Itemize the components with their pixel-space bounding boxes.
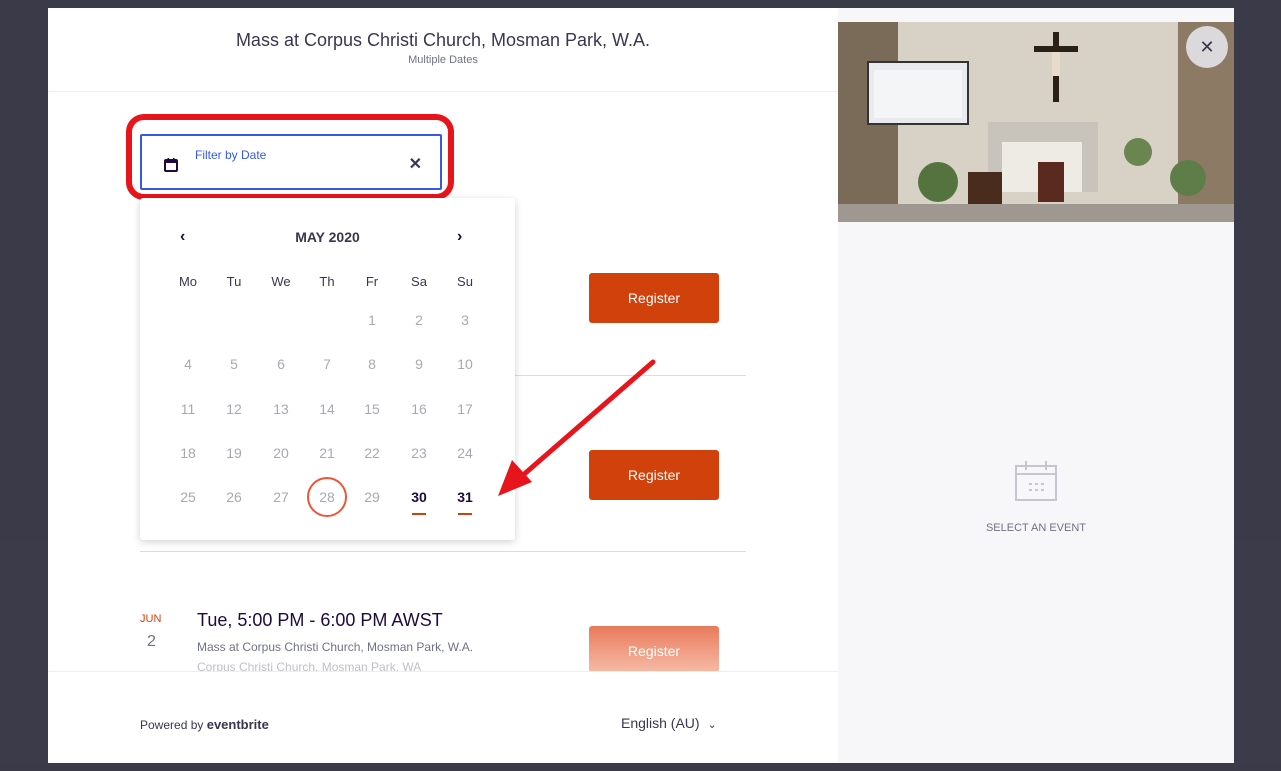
weekday-label: Fr [365, 274, 379, 289]
register-button[interactable]: Register [589, 273, 719, 323]
event-name: Mass at Corpus Christi Church, Mosman Pa… [197, 640, 474, 654]
calendar-day-available[interactable]: 30 [399, 477, 439, 517]
weekday-label: Th [319, 274, 335, 289]
eventbrite-logo: eventbrite [206, 717, 269, 732]
church-photo [838, 22, 1234, 222]
filter-label: Filter by Date [195, 148, 267, 162]
clear-filter-icon[interactable]: ✕ [409, 154, 422, 174]
calendar-day: 26 [226, 489, 242, 505]
calendar-day: 29 [364, 489, 380, 505]
backdrop-left [0, 540, 48, 771]
chevron-down-icon: ⌄ [707, 719, 717, 731]
weekday-label: Sa [411, 274, 427, 289]
calendar-day-today: 28 [307, 477, 347, 517]
calendar-day: 10 [457, 356, 473, 372]
event-subtitle: Multiple Dates [408, 54, 478, 66]
backdrop-bottom [0, 763, 1281, 771]
calendar-day: 11 [180, 401, 196, 417]
date-picker: ‹ MAY 2020 › Mo Tu We Th Fr Sa Su 1 2 3 … [140, 198, 515, 540]
calendar-day: 1 [368, 312, 376, 328]
calendar-day: 27 [273, 489, 289, 505]
calendar-day: 5 [230, 356, 238, 372]
next-month-button[interactable]: › [457, 228, 462, 246]
calendar-day: 14 [319, 401, 335, 417]
calendar-day: 18 [180, 445, 196, 461]
calendar-day: 25 [180, 489, 196, 505]
weekday-label: Mo [178, 274, 198, 289]
calendar-day: 4 [184, 356, 192, 372]
weekday-label: We [271, 274, 291, 289]
close-modal-button[interactable]: ✕ [1186, 26, 1228, 68]
event-date-month: JUN [140, 613, 162, 625]
calendar-day: 24 [457, 445, 473, 461]
weekday-label: Tu [226, 274, 242, 289]
event-detail-panel: SELECT AN EVENT [838, 8, 1234, 771]
language-label: English (AU) [621, 715, 700, 731]
event-modal: Mass at Corpus Christi Church, Mosman Pa… [48, 8, 1234, 771]
calendar-day: 16 [411, 401, 427, 417]
calendar-day: 21 [319, 445, 335, 461]
register-button[interactable]: Register [589, 626, 719, 676]
select-an-event-text: SELECT AN EVENT [985, 522, 1087, 534]
powered-by: Powered by eventbrite [140, 717, 269, 732]
calendar-day: 20 [273, 445, 289, 461]
calendar-day: 9 [415, 356, 423, 372]
calendar-day: 12 [226, 401, 242, 417]
calendar-placeholder-icon [1015, 461, 1057, 501]
filter-by-date-input[interactable]: Filter by Date ✕ [140, 134, 442, 190]
calendar-day: 7 [323, 356, 331, 372]
backdrop-right [1234, 540, 1281, 771]
calendar-icon [164, 158, 178, 172]
modal-footer: Powered by eventbrite English (AU) ⌄ [48, 671, 838, 771]
event-divider [140, 551, 746, 552]
calendar-header: ‹ MAY 2020 › [140, 228, 515, 248]
language-selector[interactable]: English (AU) ⌄ [621, 715, 717, 731]
calendar-day: 6 [277, 356, 285, 372]
event-date-day: 2 [147, 633, 156, 650]
backdrop [0, 0, 1281, 8]
calendar-day-available[interactable]: 31 [445, 477, 485, 517]
calendar-day: 13 [273, 401, 289, 417]
weekday-label: Su [457, 274, 473, 289]
calendar-day: 19 [226, 445, 242, 461]
calendar-day: 3 [461, 312, 469, 328]
event-list-panel: Mass at Corpus Christi Church, Mosman Pa… [48, 8, 838, 771]
calendar-day: 23 [411, 445, 427, 461]
calendar-day: 17 [457, 401, 473, 417]
powered-by-label: Powered by [140, 718, 204, 732]
calendar-day: 22 [364, 445, 380, 461]
modal-header: Mass at Corpus Christi Church, Mosman Pa… [48, 8, 838, 92]
event-time[interactable]: Tue, 5:00 PM - 6:00 PM AWST [197, 610, 443, 631]
calendar-day: 8 [368, 356, 376, 372]
event-title: Mass at Corpus Christi Church, Mosman Pa… [235, 30, 651, 50]
register-button[interactable]: Register [589, 450, 719, 500]
calendar-day: 15 [364, 401, 380, 417]
calendar-day: 2 [415, 312, 423, 328]
